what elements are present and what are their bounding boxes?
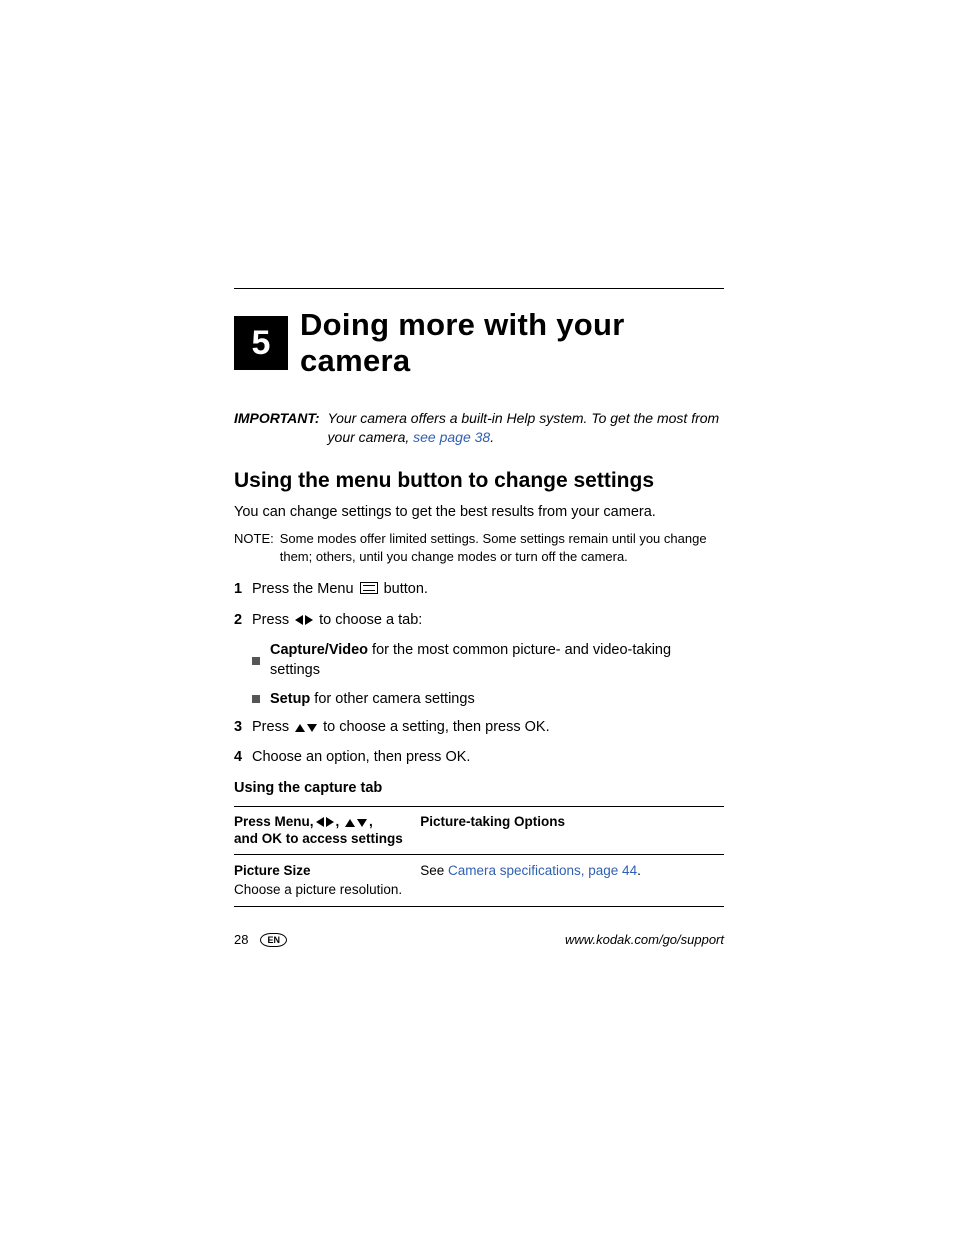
note-text: Some modes offer limited settings. Some …: [280, 530, 724, 565]
important-label: IMPORTANT:: [234, 409, 320, 447]
note-label: NOTE:: [234, 530, 274, 565]
camera-specs-link[interactable]: Camera specifications, page 44: [448, 863, 637, 878]
chapter-header: 5 Doing more with your camera: [234, 307, 724, 379]
up-down-arrows-icon: [345, 813, 367, 831]
bullet-bold: Capture/Video: [270, 642, 368, 658]
step-number: 2: [234, 610, 252, 630]
page-number: 28: [234, 932, 248, 947]
th1-line2: and OK to access settings: [234, 831, 403, 846]
step-2: 2 Press to choose a tab:: [234, 610, 724, 630]
row-desc: Choose a picture resolution.: [234, 882, 402, 897]
bullet-capture-video: Capture/Video for the most common pictur…: [252, 640, 724, 681]
bullet-bold: Setup: [270, 691, 310, 707]
important-text: Your camera offers a built-in Help syste…: [328, 409, 724, 447]
left-right-arrows-icon: [295, 610, 313, 630]
step-number: 3: [234, 717, 252, 737]
step-number: 4: [234, 747, 252, 767]
table-cell-right: See Camera specifications, page 44.: [420, 854, 724, 906]
chapter-title: Doing more with your camera: [300, 307, 724, 379]
square-bullet-icon: [252, 657, 260, 665]
section-title: Using the menu button to change settings: [234, 469, 724, 493]
step-3: 3 Press to choose a setting, then press …: [234, 717, 724, 737]
top-rule: [234, 288, 724, 289]
bullet-rest: for other camera settings: [310, 691, 474, 707]
subheading-capture-tab: Using the capture tab: [234, 780, 724, 796]
up-down-arrows-icon: [295, 717, 317, 737]
important-text-before: Your camera offers a built-in Help syste…: [328, 410, 720, 445]
footer-url[interactable]: www.kodak.com/go/support: [565, 932, 724, 947]
th1-line1: Press Menu,: [234, 814, 314, 829]
left-right-arrows-icon: [316, 813, 334, 831]
step-1-text-b: button.: [380, 581, 428, 597]
step-number: 1: [234, 579, 252, 599]
page-footer: 28 EN www.kodak.com/go/support: [234, 932, 724, 947]
important-link[interactable]: see page 38: [413, 429, 490, 445]
square-bullet-icon: [252, 695, 260, 703]
section-intro: You can change settings to get the best …: [234, 503, 724, 523]
table-cell-left: Picture Size Choose a picture resolution…: [234, 854, 420, 906]
row-title: Picture Size: [234, 863, 311, 878]
row-after: .: [637, 863, 641, 878]
settings-table: Press Menu,, , and OK to access settings…: [234, 806, 724, 907]
important-text-after: .: [490, 429, 494, 445]
step-4-text: Choose an option, then press OK.: [252, 747, 724, 767]
row-see: See: [420, 863, 448, 878]
step-1-text-a: Press the Menu: [252, 581, 358, 597]
step-3-text-a: Press: [252, 719, 293, 735]
chapter-number-box: 5: [234, 316, 288, 370]
table-header-left: Press Menu,, , and OK to access settings: [234, 806, 420, 854]
note-row: NOTE: Some modes offer limited settings.…: [234, 530, 724, 565]
language-badge: EN: [260, 933, 287, 947]
bullet-setup: Setup for other camera settings: [252, 689, 724, 709]
step-2-text-a: Press: [252, 612, 293, 628]
step-3-text-b: to choose a setting, then press OK.: [319, 719, 550, 735]
menu-icon: [360, 582, 378, 594]
important-note: IMPORTANT: Your camera offers a built-in…: [234, 409, 724, 447]
table-header-right: Picture-taking Options: [420, 806, 724, 854]
step-2-text-b: to choose a tab:: [315, 612, 422, 628]
step-1: 1 Press the Menu button.: [234, 579, 724, 599]
step-4: 4 Choose an option, then press OK.: [234, 747, 724, 767]
